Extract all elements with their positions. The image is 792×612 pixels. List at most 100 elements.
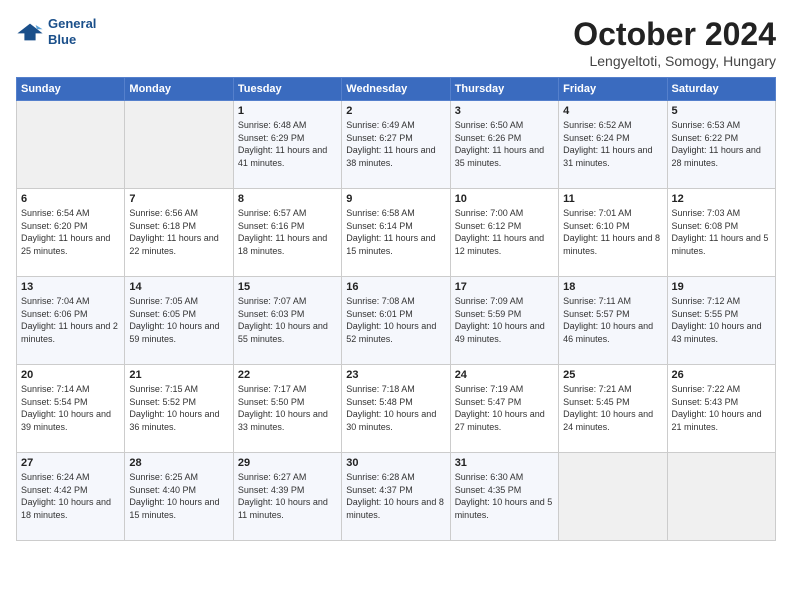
calendar-cell	[125, 101, 233, 189]
calendar-cell: 11Sunrise: 7:01 AM Sunset: 6:10 PM Dayli…	[559, 189, 667, 277]
day-header: Sunday	[17, 78, 125, 101]
calendar-week: 20 Sunrise: 7:14 AM Sunset: 5:54 PM Dayli…	[17, 365, 776, 453]
calendar-cell: 2 Sunrise: 6:49 AM Sunset: 6:27 PM Daylig…	[342, 101, 450, 189]
day-number: 4	[563, 105, 662, 117]
day-number: 7	[129, 193, 228, 205]
day-header: Wednesday	[342, 78, 450, 101]
day-info: Sunrise: 6:53 AM Sunset: 6:22 PM Dayligh…	[672, 119, 771, 169]
day-info: Sunrise: 7:18 AM Sunset: 5:48 PM Dayligh…	[346, 383, 445, 433]
calendar-cell: 14 Sunrise: 7:05 AM Sunset: 6:05 PM Dayli…	[125, 277, 233, 365]
calendar-cell: 30 Sunrise: 6:28 AM Sunset: 4:37 PM Dayli…	[342, 453, 450, 541]
day-info: Sunrise: 7:12 AM Sunset: 5:55 PM Dayligh…	[672, 295, 771, 345]
day-info: Sunrise: 7:14 AM Sunset: 5:54 PM Dayligh…	[21, 383, 120, 433]
day-number: 19	[672, 281, 771, 293]
calendar-cell: 27 Sunrise: 6:24 AM Sunset: 4:42 PM Dayli…	[17, 453, 125, 541]
calendar-cell	[559, 453, 667, 541]
calendar-cell: 21Sunrise: 7:15 AM Sunset: 5:52 PM Dayli…	[125, 365, 233, 453]
day-info: Sunrise: 6:30 AM Sunset: 4:35 PM Dayligh…	[455, 471, 554, 521]
day-number: 13	[21, 281, 120, 293]
day-info: Sunrise: 7:04 AM Sunset: 6:06 PM Dayligh…	[21, 295, 120, 345]
day-info: Sunrise: 7:19 AM Sunset: 5:47 PM Dayligh…	[455, 383, 554, 433]
day-info: Sunrise: 6:52 AM Sunset: 6:24 PM Dayligh…	[563, 119, 662, 169]
calendar-week: 27 Sunrise: 6:24 AM Sunset: 4:42 PM Dayli…	[17, 453, 776, 541]
calendar-cell: 17 Sunrise: 7:09 AM Sunset: 5:59 PM Dayli…	[450, 277, 558, 365]
day-info: Sunrise: 6:54 AM Sunset: 6:20 PM Dayligh…	[21, 207, 120, 257]
day-info: Sunrise: 7:00 AM Sunset: 6:12 PM Dayligh…	[455, 207, 554, 257]
day-number: 11	[563, 193, 662, 205]
calendar-cell: 16 Sunrise: 7:08 AM Sunset: 6:01 PM Dayli…	[342, 277, 450, 365]
day-number: 28	[129, 457, 228, 469]
day-number: 18	[563, 281, 662, 293]
calendar-table: SundayMondayTuesdayWednesdayThursdayFrid…	[16, 77, 776, 541]
day-info: Sunrise: 7:09 AM Sunset: 5:59 PM Dayligh…	[455, 295, 554, 345]
day-number: 22	[238, 369, 337, 381]
calendar-cell	[17, 101, 125, 189]
calendar-week: 1 Sunrise: 6:48 AM Sunset: 6:29 PM Daylig…	[17, 101, 776, 189]
day-info: Sunrise: 7:17 AM Sunset: 5:50 PM Dayligh…	[238, 383, 337, 433]
calendar-cell: 6Sunrise: 6:54 AM Sunset: 6:20 PM Daylig…	[17, 189, 125, 277]
calendar-cell	[667, 453, 775, 541]
calendar-week: 6Sunrise: 6:54 AM Sunset: 6:20 PM Daylig…	[17, 189, 776, 277]
calendar-cell: 31 Sunrise: 6:30 AM Sunset: 4:35 PM Dayli…	[450, 453, 558, 541]
day-info: Sunrise: 7:05 AM Sunset: 6:05 PM Dayligh…	[129, 295, 228, 345]
calendar-cell: 3 Sunrise: 6:50 AM Sunset: 6:26 PM Daylig…	[450, 101, 558, 189]
day-number: 10	[455, 193, 554, 205]
calendar-cell: 25 Sunrise: 7:21 AM Sunset: 5:45 PM Dayli…	[559, 365, 667, 453]
day-number: 8	[238, 193, 337, 205]
day-number: 30	[346, 457, 445, 469]
calendar-cell: 12 Sunrise: 7:03 AM Sunset: 6:08 PM Dayli…	[667, 189, 775, 277]
calendar-cell: 1 Sunrise: 6:48 AM Sunset: 6:29 PM Daylig…	[233, 101, 341, 189]
calendar-week: 13 Sunrise: 7:04 AM Sunset: 6:06 PM Dayli…	[17, 277, 776, 365]
day-number: 3	[455, 105, 554, 117]
day-number: 12	[672, 193, 771, 205]
title-block: October 2024 Lengyeltoti, Somogy, Hungar…	[573, 16, 776, 69]
day-number: 20	[21, 369, 120, 381]
logo-icon	[16, 18, 44, 46]
logo: General Blue	[16, 16, 96, 47]
day-info: Sunrise: 6:49 AM Sunset: 6:27 PM Dayligh…	[346, 119, 445, 169]
day-info: Sunrise: 7:15 AM Sunset: 5:52 PM Dayligh…	[129, 383, 228, 433]
day-header: Monday	[125, 78, 233, 101]
day-number: 29	[238, 457, 337, 469]
day-info: Sunrise: 6:50 AM Sunset: 6:26 PM Dayligh…	[455, 119, 554, 169]
day-info: Sunrise: 7:21 AM Sunset: 5:45 PM Dayligh…	[563, 383, 662, 433]
day-number: 17	[455, 281, 554, 293]
day-info: Sunrise: 6:48 AM Sunset: 6:29 PM Dayligh…	[238, 119, 337, 169]
day-header: Friday	[559, 78, 667, 101]
page-header: General Blue October 2024 Lengyeltoti, S…	[16, 16, 776, 69]
day-number: 25	[563, 369, 662, 381]
day-info: Sunrise: 7:22 AM Sunset: 5:43 PM Dayligh…	[672, 383, 771, 433]
day-number: 1	[238, 105, 337, 117]
calendar-cell: 8 Sunrise: 6:57 AM Sunset: 6:16 PM Daylig…	[233, 189, 341, 277]
day-info: Sunrise: 6:24 AM Sunset: 4:42 PM Dayligh…	[21, 471, 120, 521]
calendar-cell: 29Sunrise: 6:27 AM Sunset: 4:39 PM Dayli…	[233, 453, 341, 541]
logo-text: General Blue	[48, 16, 96, 47]
day-number: 23	[346, 369, 445, 381]
calendar-cell: 5 Sunrise: 6:53 AM Sunset: 6:22 PM Daylig…	[667, 101, 775, 189]
day-number: 2	[346, 105, 445, 117]
day-number: 27	[21, 457, 120, 469]
day-info: Sunrise: 7:08 AM Sunset: 6:01 PM Dayligh…	[346, 295, 445, 345]
day-number: 9	[346, 193, 445, 205]
day-info: Sunrise: 7:03 AM Sunset: 6:08 PM Dayligh…	[672, 207, 771, 257]
day-number: 31	[455, 457, 554, 469]
day-header: Tuesday	[233, 78, 341, 101]
day-number: 24	[455, 369, 554, 381]
day-number: 16	[346, 281, 445, 293]
day-header: Thursday	[450, 78, 558, 101]
calendar-cell: 23 Sunrise: 7:18 AM Sunset: 5:48 PM Dayli…	[342, 365, 450, 453]
day-info: Sunrise: 7:11 AM Sunset: 5:57 PM Dayligh…	[563, 295, 662, 345]
calendar-cell: 20 Sunrise: 7:14 AM Sunset: 5:54 PM Dayli…	[17, 365, 125, 453]
day-info: Sunrise: 6:28 AM Sunset: 4:37 PM Dayligh…	[346, 471, 445, 521]
day-info: Sunrise: 6:57 AM Sunset: 6:16 PM Dayligh…	[238, 207, 337, 257]
calendar-cell: 15Sunrise: 7:07 AM Sunset: 6:03 PM Dayli…	[233, 277, 341, 365]
day-number: 5	[672, 105, 771, 117]
calendar-cell: 19 Sunrise: 7:12 AM Sunset: 5:55 PM Dayli…	[667, 277, 775, 365]
month-title: October 2024	[573, 16, 776, 53]
calendar-cell: 28Sunrise: 6:25 AM Sunset: 4:40 PM Dayli…	[125, 453, 233, 541]
location: Lengyeltoti, Somogy, Hungary	[573, 53, 776, 69]
day-info: Sunrise: 6:56 AM Sunset: 6:18 PM Dayligh…	[129, 207, 228, 257]
day-info: Sunrise: 6:58 AM Sunset: 6:14 PM Dayligh…	[346, 207, 445, 257]
day-number: 15	[238, 281, 337, 293]
day-number: 14	[129, 281, 228, 293]
